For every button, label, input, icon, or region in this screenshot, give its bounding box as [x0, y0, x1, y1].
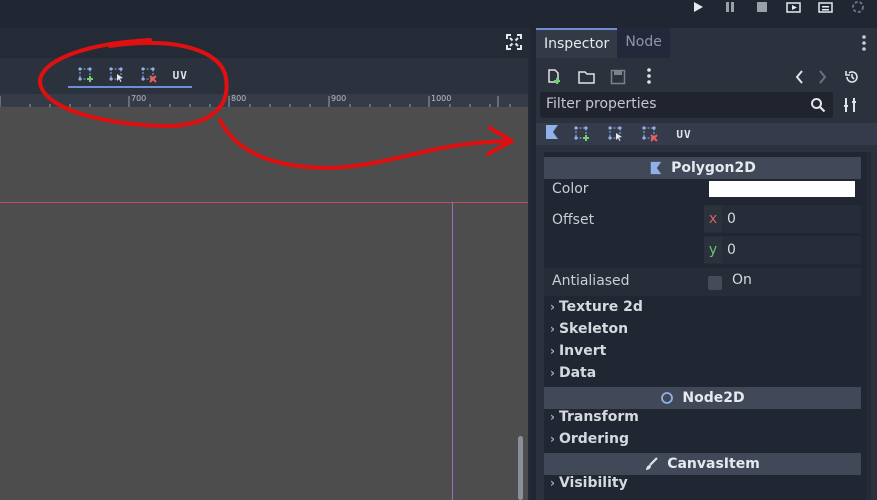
- stop-icon[interactable]: [753, 0, 771, 14]
- editor-window: UV 700 800 900 1000 Inspector Node Filte…: [0, 0, 877, 500]
- object-history-icon[interactable]: [844, 69, 860, 89]
- group-label: Skeleton: [558, 321, 629, 337]
- chevron-right-icon: ›: [550, 322, 555, 336]
- property-options-icon[interactable]: [842, 96, 860, 114]
- chevron-right-icon: ›: [550, 476, 555, 490]
- scene-canvas[interactable]: [0, 108, 528, 500]
- playbar: [689, 0, 867, 14]
- ruler-label-800: 800: [231, 94, 247, 103]
- brush-icon: [646, 457, 658, 470]
- polygon2d-node-icon: [544, 124, 560, 144]
- tab-inspector[interactable]: Inspector: [536, 28, 618, 58]
- offset-x-axis: x: [704, 206, 722, 232]
- group-texture-2d[interactable]: › Texture 2d: [550, 299, 643, 315]
- color-label: Color: [552, 181, 589, 197]
- section-canvasitem[interactable]: CanvasItem: [544, 453, 861, 475]
- polygon-tools-dock: UV: [536, 123, 877, 145]
- inspector-dock: Inspector Node Filter properties UV Poly…: [536, 28, 877, 500]
- group-transform[interactable]: › Transform: [550, 409, 639, 425]
- group-label: Invert: [558, 343, 607, 359]
- property-list: Polygon2D Color Offset x 0 y 0 Antialias…: [544, 152, 869, 500]
- pause-icon[interactable]: [721, 0, 739, 14]
- polygon2d-node-icon: [650, 161, 662, 175]
- save-icon[interactable]: [610, 69, 626, 89]
- offset-label: Offset: [552, 212, 595, 228]
- section-node2d[interactable]: Node2D: [544, 387, 861, 409]
- filter-properties-input[interactable]: Filter properties: [540, 92, 833, 118]
- group-skeleton[interactable]: › Skeleton: [550, 321, 628, 337]
- history-forward-icon[interactable]: [818, 69, 828, 89]
- color-picker-button[interactable]: [709, 181, 855, 197]
- group-label: Texture 2d: [558, 299, 643, 315]
- history-back-icon[interactable]: [794, 69, 804, 89]
- chevron-right-icon: ›: [550, 432, 555, 446]
- section-polygon2d[interactable]: Polygon2D: [544, 157, 861, 179]
- offset-x-value[interactable]: 0: [727, 211, 736, 227]
- play-scene-icon[interactable]: [785, 0, 803, 14]
- section-title: Node2D: [682, 390, 745, 406]
- polygon-tools: UV: [68, 64, 192, 88]
- viewport-scrollbar[interactable]: [518, 436, 523, 500]
- uv-editor-button[interactable]: UV: [672, 124, 696, 144]
- tab-node[interactable]: Node: [617, 28, 670, 58]
- delete-points-icon[interactable]: [137, 65, 161, 85]
- fullscreen-icon[interactable]: [506, 34, 522, 50]
- uv-editor-button[interactable]: UV: [169, 65, 193, 85]
- dock-tabs: Inspector Node: [536, 28, 670, 58]
- ruler-label-1000: 1000: [431, 94, 452, 103]
- create-points-icon[interactable]: [74, 65, 98, 85]
- delete-points-icon[interactable]: [638, 124, 662, 144]
- offset-y-value[interactable]: 0: [727, 242, 736, 258]
- node2d-icon: [661, 392, 674, 404]
- group-label: Transform: [558, 409, 639, 425]
- group-visibility[interactable]: › Visibility: [550, 475, 628, 491]
- group-label: Visibility: [558, 475, 628, 491]
- chevron-right-icon: ›: [550, 410, 555, 424]
- group-label: Ordering: [558, 431, 629, 447]
- antialiased-value: On: [732, 272, 752, 288]
- dock-menu-icon[interactable]: [861, 34, 867, 52]
- inspector-scrollbar[interactable]: [866, 152, 871, 500]
- chevron-right-icon: ›: [550, 344, 555, 358]
- group-data[interactable]: › Data: [550, 365, 596, 381]
- antialiased-checkbox[interactable]: [708, 276, 722, 290]
- origin-x-axis-line: [0, 202, 528, 203]
- horizontal-ruler: 700 800 900 1000: [0, 94, 528, 108]
- group-invert[interactable]: › Invert: [550, 343, 606, 359]
- open-folder-icon[interactable]: [578, 69, 596, 89]
- play-custom-icon[interactable]: [817, 0, 835, 14]
- play-icon[interactable]: [689, 0, 707, 14]
- viewport-bound-line: [452, 202, 453, 500]
- offset-y-axis: y: [704, 237, 722, 263]
- ruler-label-700: 700: [131, 94, 147, 103]
- move-points-icon[interactable]: [604, 124, 628, 144]
- section-title: CanvasItem: [667, 456, 760, 472]
- group-label: Data: [558, 365, 597, 381]
- create-points-icon[interactable]: [570, 124, 594, 144]
- chevron-right-icon: ›: [550, 366, 555, 380]
- inspector-toolbar: [544, 66, 869, 88]
- group-ordering[interactable]: › Ordering: [550, 431, 629, 447]
- antialiased-label: Antialiased: [552, 273, 630, 289]
- move-points-icon[interactable]: [106, 65, 130, 85]
- loading-icon: [849, 0, 867, 14]
- search-icon: [810, 97, 826, 113]
- ruler-label-900: 900: [331, 94, 347, 103]
- more-options-icon[interactable]: [646, 67, 652, 89]
- chevron-right-icon: ›: [550, 300, 555, 314]
- section-title: Polygon2D: [671, 160, 756, 176]
- new-resource-icon[interactable]: [546, 69, 562, 89]
